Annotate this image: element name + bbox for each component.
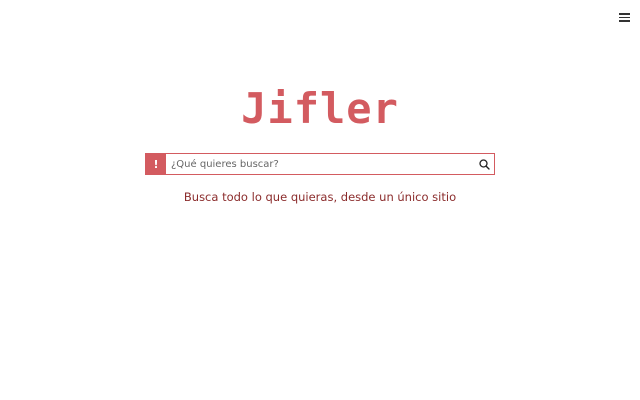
- search-bar: !: [145, 153, 495, 175]
- magnifier-icon: [478, 158, 490, 170]
- menu-line: [619, 13, 630, 15]
- hamburger-menu-icon[interactable]: [619, 13, 630, 23]
- search-icon[interactable]: [474, 154, 494, 174]
- logo[interactable]: Jifler: [0, 88, 640, 130]
- menu-line: [619, 20, 630, 22]
- search-input[interactable]: [166, 154, 474, 174]
- alert-icon[interactable]: !: [146, 154, 166, 174]
- page: Jifler ! Busca todo lo que quieras, desd…: [0, 0, 640, 400]
- menu-line: [619, 16, 630, 18]
- tagline: Busca todo lo que quieras, desde un únic…: [183, 190, 457, 204]
